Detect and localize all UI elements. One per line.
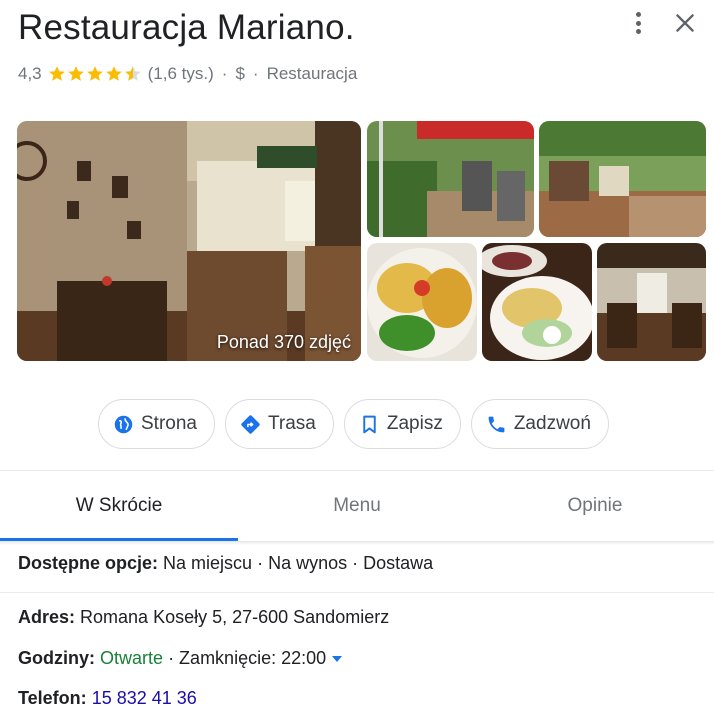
star-rating — [48, 65, 144, 83]
close-icon[interactable] — [672, 10, 698, 36]
separator-dot: · — [252, 64, 259, 83]
price-level: $ — [235, 64, 245, 83]
tab-overview[interactable]: W Skrócie — [0, 471, 238, 541]
dish-photo[interactable] — [482, 243, 592, 361]
address-row: Adres: Romana Koseły 5, 27-600 Sandomier… — [18, 607, 389, 628]
separator-dot: · — [221, 64, 228, 83]
more-options-icon[interactable] — [626, 10, 650, 36]
phone-label: Telefon: — [18, 688, 87, 708]
save-button-label: Zapisz — [386, 413, 443, 434]
review-count[interactable]: (1,6 tys.) — [148, 64, 214, 84]
garden-photo[interactable] — [539, 121, 706, 237]
terrace-photo[interactable] — [367, 121, 534, 237]
open-status: Otwarte — [100, 648, 164, 668]
website-button-label: Strona — [141, 413, 197, 434]
dining-room-photo[interactable] — [597, 243, 706, 361]
tab-bar: W Skrócie Menu Opinie — [0, 471, 714, 541]
tab-reviews[interactable]: Opinie — [476, 471, 714, 541]
food-photo[interactable] — [367, 243, 477, 361]
service-options: Dostępne opcje: Na miejscu · Na wynos · … — [18, 553, 433, 574]
rating-row: 4,3 (1,6 tys.) · $ · Restauracja — [18, 64, 357, 84]
tab-menu[interactable]: Menu — [238, 471, 476, 541]
call-button-label: Zadzwoń — [513, 413, 591, 434]
service-options-value: Na miejscu · Na wynos · Dostawa — [163, 553, 434, 573]
stars-icon — [48, 66, 141, 81]
directions-icon — [241, 414, 260, 434]
dining-room-photo-image — [597, 243, 706, 361]
main-photo[interactable]: Ponad 370 zdjęć — [17, 121, 361, 361]
hours-dropdown-icon[interactable] — [332, 656, 343, 663]
address-label: Adres: — [18, 607, 76, 627]
call-button[interactable]: Zadzwoń — [470, 399, 609, 449]
globe-icon — [114, 415, 133, 433]
rating-value: 4,3 — [18, 64, 42, 83]
divider — [0, 592, 714, 593]
hours-row: Godziny: Otwarte · Zamknięcie: 22:00 — [18, 648, 343, 669]
garden-photo-image — [539, 121, 706, 237]
food-photo-image — [367, 243, 477, 361]
directions-button-label: Trasa — [267, 413, 316, 434]
phone-icon — [488, 416, 505, 432]
bookmark-icon — [363, 415, 376, 433]
save-button[interactable]: Zapisz — [343, 399, 461, 449]
action-buttons: Strona Trasa Zapisz Zadzwoń — [98, 399, 609, 449]
phone-number-link[interactable]: 15 832 41 36 — [92, 688, 197, 708]
closing-time: · Zamknięcie: 22:00 — [168, 648, 327, 668]
interior-photo-image — [17, 121, 361, 361]
header-actions — [626, 10, 698, 36]
address-value: Romana Koseły 5, 27-600 Sandomierz — [80, 607, 390, 627]
terrace-photo-image — [367, 121, 534, 237]
phone-row: Telefon: 15 832 41 36 — [18, 688, 197, 709]
place-category: Restauracja — [266, 64, 358, 83]
service-options-label: Dostępne opcje: — [18, 553, 159, 573]
photo-count-label: Ponad 370 zdjęć — [216, 332, 351, 352]
hours-label: Godziny: — [18, 648, 95, 668]
place-title: Restauracja Mariano. — [18, 8, 355, 47]
dish-photo-image — [482, 243, 592, 361]
tab-bar-shadow — [0, 541, 714, 545]
directions-button[interactable]: Trasa — [224, 399, 334, 449]
website-button[interactable]: Strona — [98, 399, 215, 449]
